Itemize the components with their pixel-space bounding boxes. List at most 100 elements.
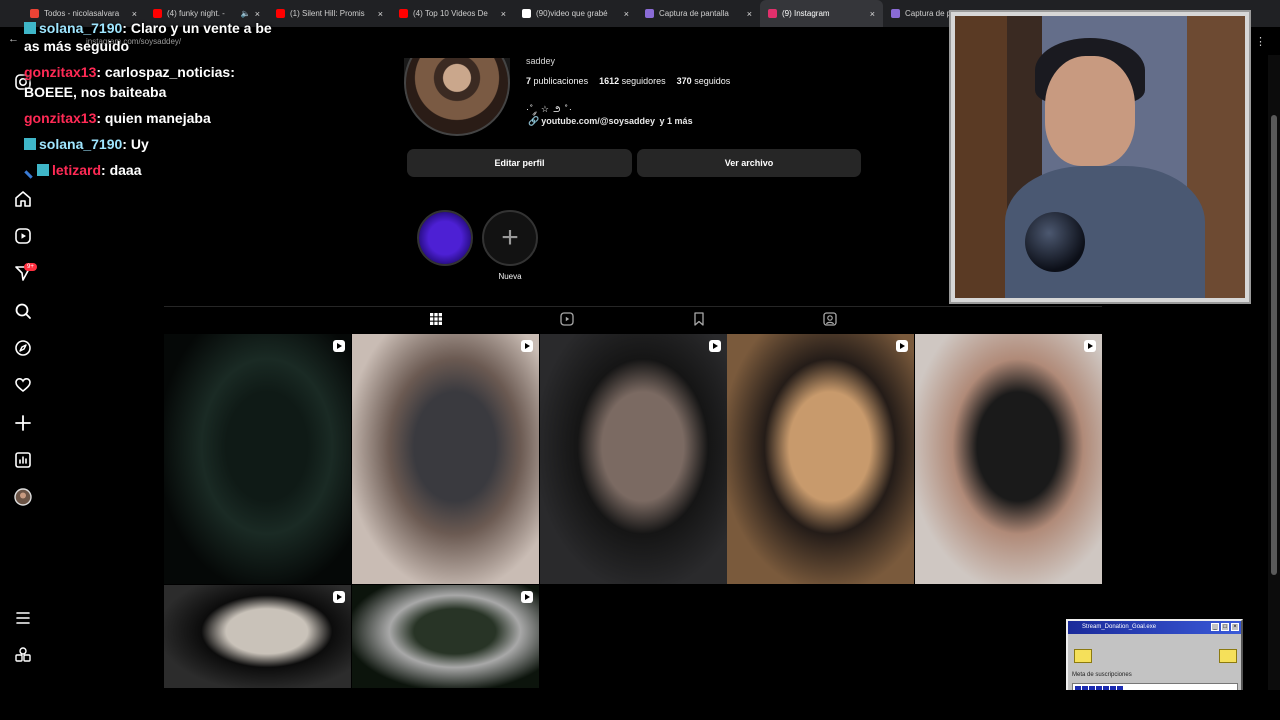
tab-title: Todos - nicolasalvara (44, 9, 120, 18)
new-highlight-label: Nueva (498, 272, 522, 281)
home-icon[interactable] (13, 189, 33, 209)
chat-line: as más seguido (24, 38, 129, 54)
insights-icon[interactable] (13, 450, 33, 470)
posts-count: 7 (526, 76, 532, 86)
scrollbar-thumb[interactable] (1271, 115, 1277, 575)
profile-stats: 7 publicaciones 1612 seguidores 370 segu… (526, 76, 730, 86)
story-highlight[interactable] (417, 210, 473, 266)
chat-line: solana_7190: Claro y un vente a be (24, 20, 272, 36)
browser-tab[interactable]: (1) Silent Hill: Promis × (268, 0, 391, 27)
chat-badge-icon (24, 22, 36, 34)
tab-close-icon[interactable]: × (378, 9, 383, 19)
chat-message: Uy (130, 136, 149, 152)
reels-icon[interactable] (13, 226, 33, 246)
chat-username: solana_7190 (39, 136, 123, 152)
muted-speaker-icon[interactable]: 🔈 (241, 9, 251, 18)
tab-favicon-icon (276, 9, 285, 18)
posts-grid-icon[interactable] (428, 311, 444, 327)
browser-tab[interactable]: Captura de pantalla × (637, 0, 760, 27)
notifications-icon[interactable] (13, 375, 33, 395)
followers-stat[interactable]: 1612 seguidores (599, 76, 666, 86)
taskbar-strip (0, 690, 1280, 720)
new-highlight-button[interactable]: + (482, 210, 538, 266)
tab-favicon-icon (645, 9, 654, 18)
tab-title: (1) Silent Hill: Promis (290, 9, 365, 18)
browser-tab[interactable]: (9) Instagram × (760, 0, 883, 27)
reel-icon (521, 340, 533, 352)
tab-close-icon[interactable]: × (132, 9, 137, 19)
browser-tab[interactable]: (90)video que grabé × (514, 0, 637, 27)
following-count: 370 (676, 76, 692, 86)
threads-icon[interactable] (13, 645, 33, 665)
chat-message: daaa (109, 162, 142, 178)
chat-username: gonzitax13 (24, 64, 97, 80)
chat-line: BOEEE, nos baiteaba (24, 84, 166, 100)
tab-close-icon[interactable]: × (501, 9, 506, 19)
profile-tabs (164, 306, 1102, 335)
messages-badge: 9+ (24, 263, 37, 271)
reel-icon (1084, 340, 1096, 352)
posts-label: publicaciones (533, 76, 589, 86)
edit-profile-button[interactable]: Editar perfil (407, 149, 632, 177)
post-tile[interactable] (727, 334, 914, 584)
chat-message: as más seguido (24, 38, 130, 54)
chat-username: letizard (52, 162, 102, 178)
close-icon[interactable]: × (1231, 623, 1239, 631)
reel-icon (333, 591, 345, 603)
profile-username: saddey (526, 56, 556, 66)
webcam-overlay (951, 12, 1249, 302)
post-tile[interactable] (164, 585, 351, 688)
following-stat[interactable]: 370 seguidos (677, 76, 731, 86)
maximize-icon[interactable]: □ (1221, 623, 1229, 631)
donation-goal-widget: Stream_Donation_Goal.exe _ □ × Meta de s… (1066, 619, 1243, 698)
chat-message: carlospaz_noticias: (104, 64, 235, 80)
chat-line: letizard: daaa (24, 162, 142, 179)
search-icon[interactable] (13, 301, 33, 321)
folder-icon (1074, 649, 1092, 663)
screen: Todos - nicolasalvara × (4) funky night. -… (0, 0, 1280, 720)
post-tile[interactable] (915, 334, 1102, 584)
chat-username: gonzitax13 (24, 110, 97, 126)
plus-icon: + (501, 221, 519, 254)
view-archive-button[interactable]: Ver archivo (637, 149, 861, 177)
tab-close-icon[interactable]: × (624, 9, 629, 19)
tab-title: (9) Instagram (782, 9, 830, 18)
chat-line: gonzitax13: quien manejaba (24, 110, 211, 126)
profile-link-text: youtube.com/@soysaddey (541, 116, 656, 126)
post-tile[interactable] (352, 334, 539, 584)
tab-close-icon[interactable]: × (255, 9, 260, 19)
reel-icon (333, 340, 345, 352)
page-scrollbar[interactable] (1268, 55, 1280, 690)
tab-close-icon[interactable]: × (870, 9, 875, 19)
browser-menu-icon[interactable]: ⋮ (1255, 35, 1266, 48)
link-icon: 🔗 (528, 116, 540, 126)
tab-favicon-icon (30, 9, 39, 18)
post-tile[interactable] (540, 334, 727, 584)
create-icon[interactable] (13, 413, 33, 433)
webcam-face (1045, 56, 1135, 166)
chat-username: solana_7190 (39, 20, 123, 36)
post-tile[interactable] (164, 334, 351, 584)
profile-link-more: y 1 más (659, 116, 693, 126)
more-icon[interactable] (13, 608, 33, 628)
tab-favicon-icon (522, 9, 531, 18)
browser-tab[interactable]: (4) Top 10 Videos De × (391, 0, 514, 27)
tab-favicon-icon (891, 9, 900, 18)
reel-icon (709, 340, 721, 352)
goal-label: Meta de suscripciones (1072, 672, 1132, 678)
profile-avatar[interactable] (404, 58, 510, 136)
profile-icon[interactable] (13, 487, 33, 507)
folder-icon (1219, 649, 1237, 663)
minimize-icon[interactable]: _ (1211, 623, 1219, 631)
followers-count: 1612 (599, 76, 620, 86)
post-tile[interactable] (352, 585, 539, 688)
tagged-icon[interactable] (822, 311, 838, 327)
back-icon[interactable]: ← (8, 33, 19, 45)
saved-icon[interactable] (691, 311, 707, 327)
reels-tab-icon[interactable] (559, 311, 575, 327)
tab-close-icon[interactable]: × (747, 9, 752, 19)
profile-link[interactable]: 🔗 youtube.com/@soysaddey y 1 más (526, 116, 693, 127)
explore-icon[interactable] (13, 338, 33, 358)
chat-badge-icon (37, 164, 49, 176)
reel-icon (521, 591, 533, 603)
